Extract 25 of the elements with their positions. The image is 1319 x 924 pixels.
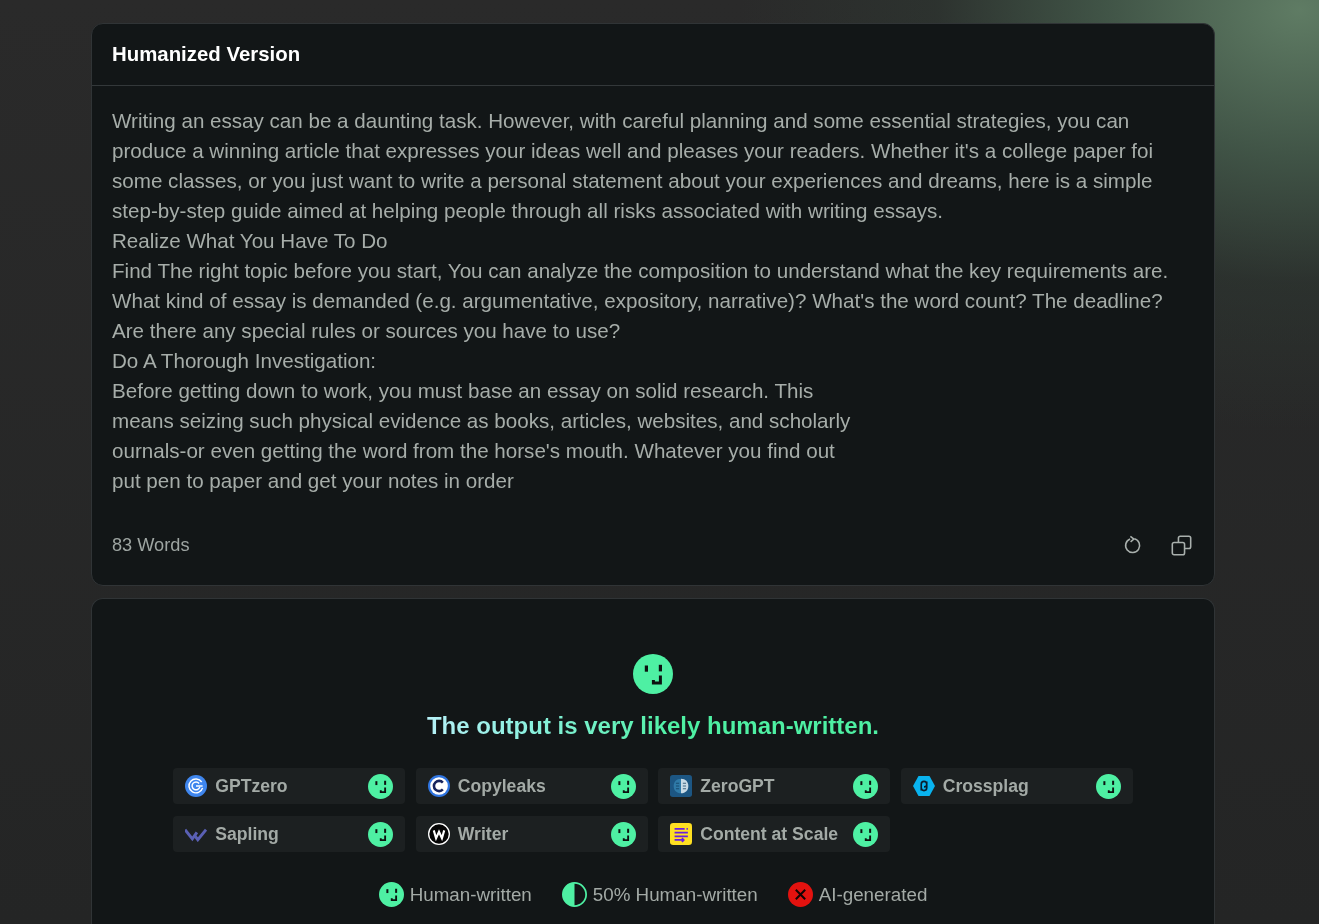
body-paragraph: Realize What You Have To Do: [112, 228, 389, 254]
body-paragraph: Before getting down to work, you must base an essay on solid research. This means seizing such physical evidence as books, articles, websites, and scholarly ournals-or even getting the word from the horse's mouth. Whatever you find out put pen to paper and get your notes in order: [112, 378, 852, 494]
ring-logo-icon: [427, 775, 450, 797]
lines-logo-icon: [670, 823, 693, 845]
legend-label: Human-written: [409, 883, 532, 906]
spiral-logo-icon: [185, 775, 208, 797]
copy-icon[interactable]: [1171, 534, 1192, 556]
detector-name: Sapling: [215, 823, 279, 845]
legend-label: 50% Human-written: [592, 883, 758, 906]
body-paragraph: Find The right topic before you start, You can analyze the composition to understand what the key requirements are. What kind of essay is demanded (e.g. argumentative, expository, narrative)? What's the word count? The deadline? Are there any special rules or sources you have to use?: [112, 258, 1170, 344]
detector-name: Crossplag: [942, 775, 1029, 797]
zigzag-logo-icon: [427, 823, 450, 845]
hexagon-logo-icon: [912, 775, 935, 797]
detector-name: Writer: [457, 823, 509, 845]
detector-name: Content at Scale: [700, 823, 839, 845]
legend-label: AI-generated: [818, 883, 928, 906]
word-count: 83 Words: [112, 534, 190, 556]
brain-logo-icon: [670, 775, 693, 797]
body-paragraph: Do A Thorough Investigation:: [112, 348, 378, 374]
card-title: Humanized Version: [112, 43, 301, 66]
refresh-icon[interactable]: [1122, 534, 1143, 556]
detector-name: GPTzero: [215, 775, 288, 797]
body-paragraph: Writing an essay can be a daunting task. However, with careful planning and some essential strategies, you can produce a winning article that expresses your ideas well and pleases your readers. Whether it's a college paper foi some classes, or you just want to write a personal statement about your experiences and dreams, here is a simple step-by-step guide aimed at helping people through all risks associated with writing essays.: [112, 108, 1155, 224]
detector-name: Copyleaks: [457, 775, 546, 797]
detector-name: ZeroGPT: [700, 775, 775, 797]
